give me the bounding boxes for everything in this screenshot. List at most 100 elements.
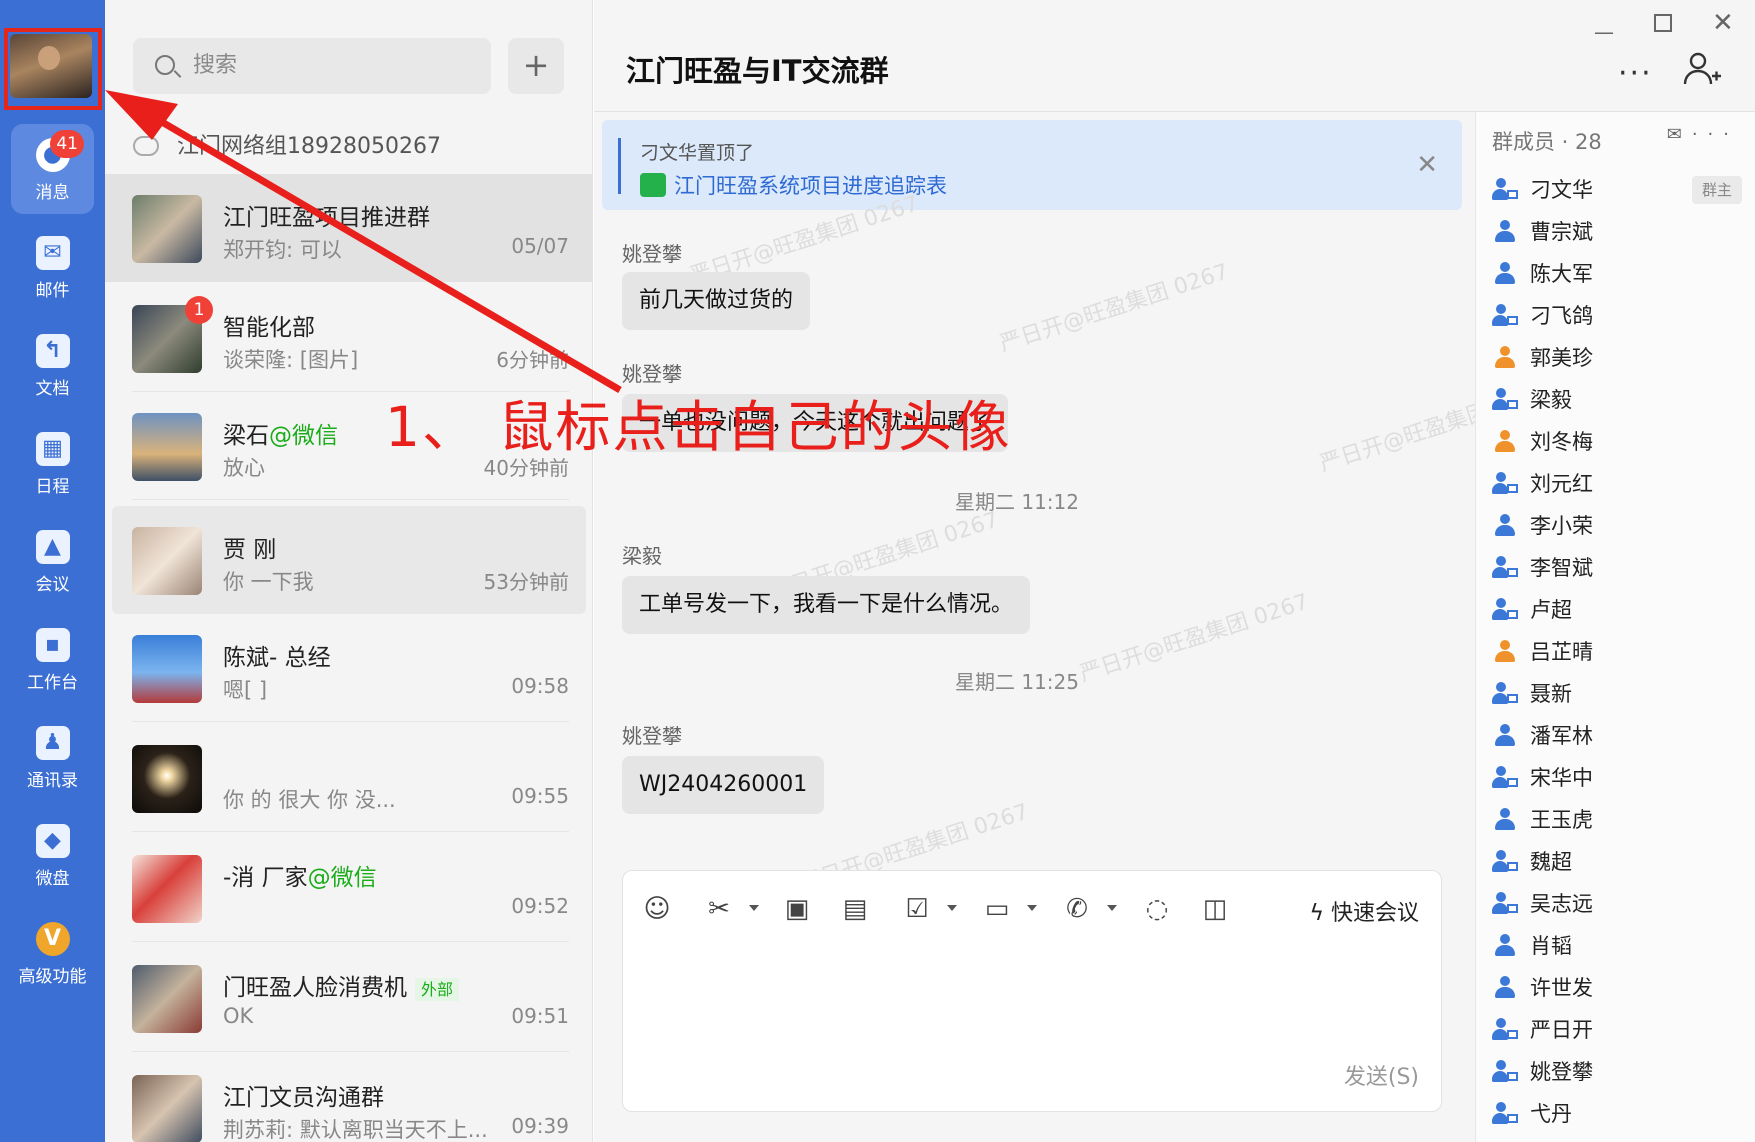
file-doc-icon[interactable]: ▤ bbox=[837, 891, 873, 927]
person-icon bbox=[1492, 598, 1518, 622]
mail-icon[interactable]: ✉ bbox=[1667, 124, 1692, 145]
conversation-item[interactable]: 1 智能化部 谈荣隆: [图片] 6分钟前 bbox=[105, 284, 593, 392]
phone-icon[interactable]: ✆ bbox=[1059, 891, 1095, 927]
close-icon[interactable]: ✕ bbox=[1712, 8, 1734, 38]
conversation-item[interactable]: 江门旺盈项目推进群 郑开钧: 可以 05/07 bbox=[105, 174, 593, 282]
person-icon bbox=[1494, 346, 1516, 370]
chevron-down-icon[interactable] bbox=[947, 905, 957, 911]
message-bubble[interactable]: WJ2404260001 bbox=[622, 756, 825, 814]
add-button[interactable]: + bbox=[508, 38, 564, 94]
member-item[interactable]: 聂新 bbox=[1492, 674, 1742, 714]
notice-row[interactable]: 江门网络组18928050267 bbox=[133, 128, 573, 160]
person-icon bbox=[1492, 388, 1518, 412]
nav-messages[interactable]: ● 消息 41 bbox=[11, 124, 94, 214]
plus-icon: + bbox=[522, 46, 550, 84]
conversation-panel: 搜索 + 江门网络组18928050267 江门旺盈项目推进群 郑开钧: 可以 … bbox=[105, 0, 686, 1142]
member-item[interactable]: 卢超 bbox=[1492, 590, 1742, 630]
unread-badge: 41 bbox=[50, 130, 84, 158]
pinned-banner[interactable]: 刁文华置顶了 江门旺盈系统项目进度追踪表 ✕ bbox=[602, 120, 1462, 210]
task-icon[interactable]: ☑ bbox=[899, 891, 935, 927]
nav-drive[interactable]: ◆ 微盘 bbox=[0, 810, 105, 900]
member-item[interactable]: 严日开 bbox=[1492, 1010, 1742, 1050]
conversation-item[interactable]: 江门文员沟通群 荆苏莉: 默认离职当天不上... 09:39 bbox=[105, 1054, 593, 1142]
more-icon[interactable]: ··· bbox=[1618, 56, 1653, 91]
member-item[interactable]: 陈大军 bbox=[1492, 254, 1742, 294]
member-item[interactable]: 潘军林 bbox=[1492, 716, 1742, 756]
nav-premium[interactable]: V 高级功能 bbox=[0, 908, 105, 998]
unread-badge: 1 bbox=[185, 296, 213, 324]
message-bubble[interactable]: 工单号发一下，我看一下是什么情况。 bbox=[622, 576, 1031, 634]
member-item[interactable]: 王玉虎 bbox=[1492, 800, 1742, 840]
nav-calendar[interactable]: ▦ 日程 bbox=[0, 418, 105, 508]
chevron-down-icon[interactable] bbox=[1027, 905, 1037, 911]
member-item[interactable]: 肖韬 bbox=[1492, 926, 1742, 966]
screenshot-icon[interactable]: ✂ bbox=[701, 891, 737, 927]
time-divider: 星期二 11:12 bbox=[955, 490, 1079, 514]
time-divider: 星期二 11:25 bbox=[955, 670, 1079, 694]
chevron-down-icon[interactable] bbox=[749, 905, 759, 911]
history-icon[interactable]: ◫ bbox=[1197, 891, 1233, 927]
person-icon bbox=[1494, 514, 1516, 538]
conversation-item[interactable]: 陈斌- 总经 嗯[ ] 09:58 bbox=[105, 614, 593, 722]
minimize-icon[interactable]: — bbox=[1594, 20, 1614, 44]
person-icon bbox=[1492, 1102, 1518, 1126]
conversation-item[interactable]: 贾 刚 你 一下我 53分钟前 bbox=[112, 506, 586, 614]
message-composer[interactable]: ☺ ✂ ▣ ▤ ☑ ▭ ✆ ◌ ◫ ϟ 快速会议 发送(S) bbox=[622, 870, 1442, 1112]
member-item[interactable]: 宋华中 bbox=[1492, 758, 1742, 798]
person-icon bbox=[1494, 808, 1516, 832]
chat-header: 江门旺盈与IT交流群 — ✕ ··· bbox=[594, 0, 1755, 112]
search-input[interactable]: 搜索 bbox=[133, 38, 491, 94]
group-avatar bbox=[132, 195, 202, 263]
member-item[interactable]: 李小荣 bbox=[1492, 506, 1742, 546]
maximize-icon[interactable] bbox=[1654, 14, 1672, 32]
person-icon bbox=[1494, 640, 1516, 664]
member-item[interactable]: 吕芷晴 bbox=[1492, 632, 1742, 672]
quick-meeting-button[interactable]: ϟ 快速会议 bbox=[1309, 895, 1419, 927]
conversation-item[interactable]: 你 的 很大 你 没... 09:55 bbox=[105, 724, 593, 832]
contact-avatar bbox=[132, 745, 202, 813]
chevron-down-icon[interactable] bbox=[1107, 905, 1117, 911]
more-icon[interactable]: ··· bbox=[1692, 124, 1739, 145]
nav-contacts[interactable]: ♟ 通讯录 bbox=[0, 712, 105, 802]
member-item[interactable]: 许世发 bbox=[1492, 968, 1742, 1008]
member-item[interactable]: 刁飞鸽 bbox=[1492, 296, 1742, 336]
member-item[interactable]: 郭美珍 bbox=[1492, 338, 1742, 378]
person-icon bbox=[1492, 556, 1518, 580]
member-item[interactable]: 刁文华 群主 bbox=[1492, 170, 1742, 210]
conversation-item[interactable]: -消 厂家@微信 09:52 bbox=[105, 834, 593, 942]
conversation-item[interactable]: 门旺盈人脸消费机 外部 OK 09:51 bbox=[105, 944, 593, 1052]
nav-mail[interactable]: ✉ 邮件 bbox=[0, 222, 105, 312]
members-actions[interactable]: ✉··· bbox=[1667, 124, 1739, 145]
member-item[interactable]: 李智斌 bbox=[1492, 548, 1742, 588]
premium-icon: V bbox=[35, 922, 70, 956]
member-item[interactable]: 曹宗斌 bbox=[1492, 212, 1742, 252]
image-icon[interactable]: ▣ bbox=[779, 891, 815, 927]
annotation-text: 1、 鼠标点击自己的头像 bbox=[385, 395, 1012, 459]
nav-workbench[interactable]: ▪ 工作台 bbox=[0, 614, 105, 704]
member-item[interactable]: 弋丹 bbox=[1492, 1094, 1742, 1134]
member-item[interactable]: 刘元红 bbox=[1492, 464, 1742, 504]
member-item[interactable]: 吴志远 bbox=[1492, 884, 1742, 924]
message-bubble[interactable]: 前几天做过货的 bbox=[622, 272, 811, 330]
chat-panel: 江门旺盈与IT交流群 — ✕ ··· 刁文华置顶了 江门旺盈系统项目进度追踪表 … bbox=[594, 0, 1755, 1142]
member-item[interactable]: 姚登攀 bbox=[1492, 1052, 1742, 1092]
add-member-icon[interactable] bbox=[1682, 48, 1722, 88]
message-sender: 姚登攀 bbox=[622, 724, 682, 748]
search-icon bbox=[155, 55, 175, 75]
member-item[interactable]: 刘冬梅 bbox=[1492, 422, 1742, 462]
member-item[interactable]: 梁毅 bbox=[1492, 380, 1742, 420]
folder-icon[interactable]: ▭ bbox=[979, 891, 1015, 927]
person-icon bbox=[1492, 682, 1518, 706]
send-button[interactable]: 发送(S) bbox=[1344, 1059, 1419, 1091]
close-icon[interactable]: ✕ bbox=[1416, 150, 1438, 180]
members-header: 群成员 · 28 bbox=[1492, 130, 1602, 154]
person-icon bbox=[1492, 850, 1518, 874]
divider bbox=[132, 1051, 569, 1052]
nav-meeting[interactable]: ▲ 会议 bbox=[0, 516, 105, 606]
emoji-icon[interactable]: ☺ bbox=[639, 891, 675, 927]
more-chat-icon[interactable]: ◌ bbox=[1139, 891, 1175, 927]
nav-docs[interactable]: ↰ 文档 bbox=[0, 320, 105, 410]
lightning-icon: ϟ bbox=[1309, 901, 1324, 926]
member-item[interactable]: 魏超 bbox=[1492, 842, 1742, 882]
message-sender: 梁毅 bbox=[622, 544, 662, 568]
